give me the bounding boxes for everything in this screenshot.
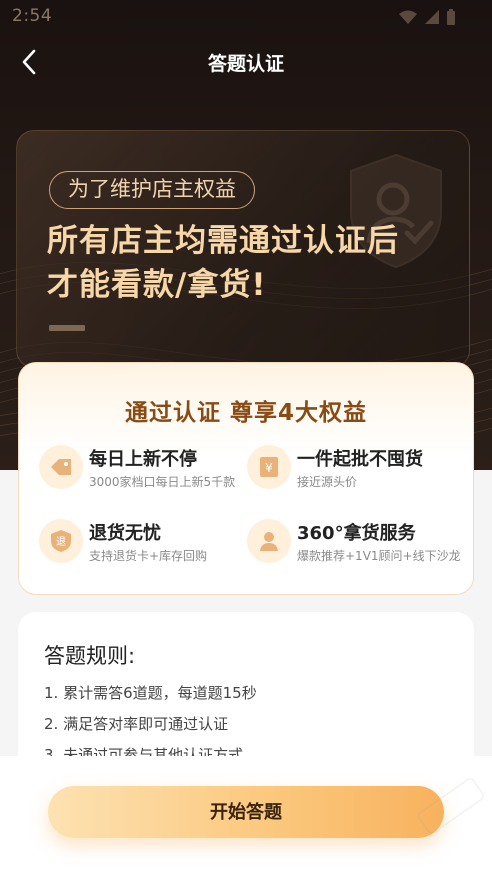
benefit-desc: 接近源头价 bbox=[297, 475, 358, 489]
hero-headline: 所有店主均需通过认证后 才能看款/拿货! bbox=[47, 219, 467, 307]
hero-headline-line2: 才能看款/拿货! bbox=[47, 267, 267, 303]
svg-text:¥: ¥ bbox=[265, 461, 273, 475]
wifi-icon bbox=[399, 10, 417, 24]
status-time: 2:54 bbox=[12, 6, 53, 26]
benefit-desc: 爆款推荐+1V1顾问+线下沙龙 bbox=[297, 549, 461, 563]
nav-bar: 答题认证 bbox=[0, 40, 492, 84]
hero-tag: 为了维护店主权益 bbox=[49, 171, 255, 209]
benefit-title: 每日上新不停 bbox=[89, 449, 197, 470]
yuan-box-icon: ¥ bbox=[247, 445, 291, 489]
page-title: 答题认证 bbox=[207, 53, 284, 75]
benefit-title: 退货无忧 bbox=[89, 523, 161, 544]
benefit-desc: 3000家档口每日上新5千款 bbox=[89, 475, 236, 489]
benefit-desc: 支持退货卡+库存回购 bbox=[89, 549, 208, 563]
battery-icon bbox=[447, 9, 455, 25]
svg-text:退: 退 bbox=[56, 536, 66, 548]
benefits-card: 通过认证 尊享4大权益 每日上新不停 3000家档口每日上新5千款 ¥ 一件起批… bbox=[18, 362, 474, 595]
start-quiz-button[interactable]: 开始答题 bbox=[48, 786, 444, 838]
benefit-title: 一件起批不囤货 bbox=[297, 449, 423, 470]
signal-icon bbox=[425, 10, 439, 24]
benefits-title: 通过认证 尊享4大权益 bbox=[124, 400, 367, 426]
status-icons bbox=[398, 8, 456, 26]
status-bar: 2:54 bbox=[0, 0, 492, 34]
benefit-title: 360°拿货服务 bbox=[297, 523, 416, 544]
tag-icon bbox=[39, 445, 83, 489]
rule-item: 1. 累计需答6道题，每道题15秒 bbox=[44, 684, 257, 702]
rules-title: 答题规则: bbox=[44, 644, 136, 668]
benefit-item: 退 退货无忧 支持退货卡+库存回购 bbox=[39, 519, 259, 575]
benefit-item: 每日上新不停 3000家档口每日上新5千款 bbox=[39, 445, 259, 501]
hero-headline-line1: 所有店主均需通过认证后 bbox=[47, 223, 399, 259]
rule-item: 2. 满足答对率即可通过认证 bbox=[44, 715, 229, 733]
benefit-item: ¥ 一件起批不囤货 接近源头价 bbox=[247, 445, 467, 501]
service-person-icon bbox=[247, 519, 291, 563]
hero-underline bbox=[49, 325, 85, 331]
return-shield-icon: 退 bbox=[39, 519, 83, 563]
hero-card: 为了维护店主权益 所有店主均需通过认证后 才能看款/拿货! bbox=[16, 130, 470, 368]
benefit-item: 360°拿货服务 爆款推荐+1V1顾问+线下沙龙 bbox=[247, 519, 467, 575]
